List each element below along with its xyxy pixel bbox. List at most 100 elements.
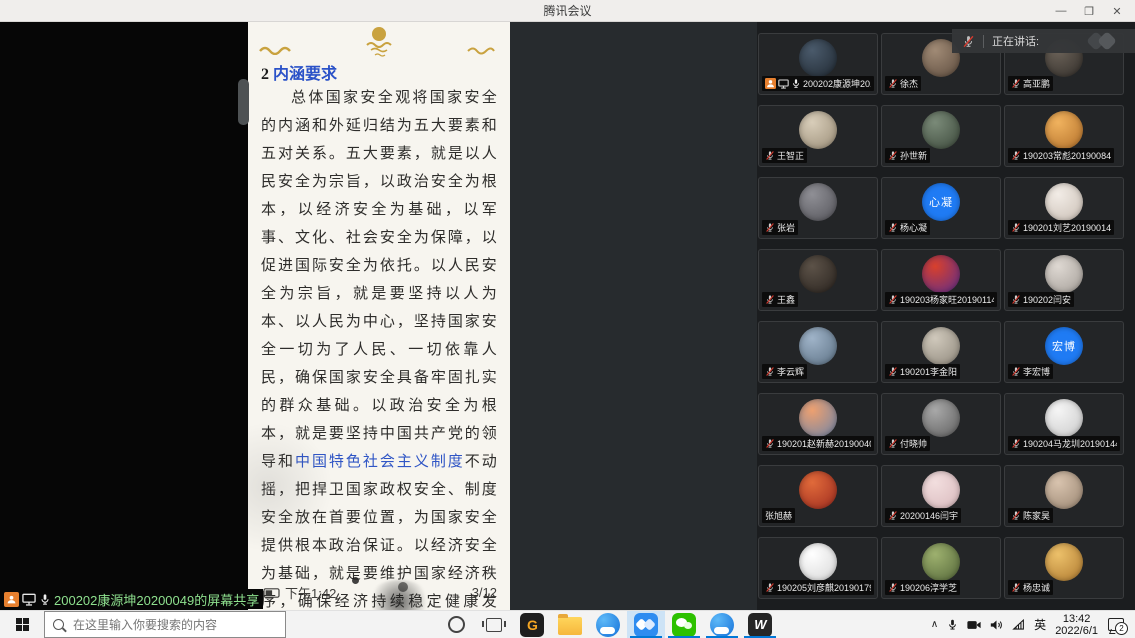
taskbar-search[interactable] — [44, 611, 286, 638]
participant-tile[interactable]: 心凝 杨心凝 — [881, 177, 1001, 239]
mic-muted-icon — [1011, 150, 1021, 161]
avatar — [1045, 543, 1083, 581]
taskbar-app-tencent-meeting[interactable] — [627, 611, 665, 638]
tray-network-icon[interactable] — [1012, 619, 1025, 631]
avatar — [799, 255, 837, 293]
participant-tile[interactable]: 李云辉 — [758, 321, 878, 383]
taskbar-app-qq[interactable] — [589, 611, 627, 638]
participant-name: 190203杨家旺20190114 — [900, 293, 994, 306]
tray-mic-icon[interactable] — [947, 618, 958, 631]
participant-tile[interactable]: 200202康源坤20... — [758, 33, 878, 95]
avatar — [799, 327, 837, 365]
mic-muted-icon — [962, 35, 975, 48]
taskbar-app-g[interactable]: G — [513, 611, 551, 638]
tray-expand-button[interactable]: ∧ — [931, 619, 938, 630]
cortana-icon — [448, 616, 465, 633]
taskbar-app-wechat[interactable] — [665, 611, 703, 638]
participant-name: 陈家昊 — [1023, 509, 1050, 522]
taskbar-app-qq2[interactable] — [703, 611, 741, 638]
mic-muted-icon — [765, 150, 775, 161]
tray-camera-icon[interactable] — [967, 620, 981, 630]
windows-taskbar: G W ∧ 英 13:42 2022/6/1 — [0, 610, 1135, 638]
participant-name: 20200146闫宇 — [900, 509, 958, 522]
minimize-button[interactable]: — — [1047, 0, 1075, 22]
window-title: 腾讯会议 — [543, 2, 591, 19]
taskbar-app-file-explorer[interactable] — [551, 611, 589, 638]
participant-tile[interactable]: 张旭赫 — [758, 465, 878, 527]
participant-tile[interactable]: 王鑫 — [758, 249, 878, 311]
doc-page-indicator: 3/12 — [472, 585, 497, 600]
mic-muted-icon — [888, 150, 898, 161]
drawer-handle — [238, 79, 249, 125]
participant-label: 190205刘彦麒20190179 — [762, 580, 874, 595]
participant-tile[interactable]: 190205刘彦麒20190179 — [758, 537, 878, 599]
mic-muted-icon — [1011, 510, 1021, 521]
action-center-button[interactable]: 2 — [1107, 617, 1125, 633]
participant-label: 王智正 — [762, 148, 807, 163]
avatar: 宏博 — [1045, 327, 1083, 365]
system-tray: ∧ 英 13:42 2022/6/1 2 — [931, 611, 1135, 638]
participant-tile[interactable]: 张岩 — [758, 177, 878, 239]
participant-name: 高亚鹏 — [1023, 77, 1050, 90]
participant-label: 陈家昊 — [1008, 508, 1053, 523]
participant-name: 杨心凝 — [900, 221, 927, 234]
tencent-meeting-window: 腾讯会议 — ❐ ✕ 2内涵要求 总体国家安全观将国家安 — [0, 0, 1135, 638]
wechat-icon — [672, 613, 696, 637]
participant-tile[interactable]: 190201李金阳 — [881, 321, 1001, 383]
participant-tile[interactable]: 190201刘艺20190014 — [1004, 177, 1124, 239]
participant-name: 190205刘彦麒20190179 — [777, 581, 871, 594]
stage-right-letterbox — [510, 22, 757, 610]
avatar-text: 宏博 — [1052, 338, 1076, 354]
doc-heading: 2内涵要求 — [261, 60, 337, 84]
avatar — [799, 543, 837, 581]
participant-tile[interactable]: 杨忠诚 — [1004, 537, 1124, 599]
participant-tile[interactable]: 190204马龙圳20190144 — [1004, 393, 1124, 455]
participant-name: 200202康源坤20... — [803, 77, 871, 90]
task-view-button[interactable] — [475, 611, 513, 638]
participant-label: 190202闫安 — [1008, 292, 1074, 307]
participant-name: 李宏博 — [1023, 365, 1050, 378]
participant-tile[interactable]: 190202闫安 — [1004, 249, 1124, 311]
mic-on-icon — [39, 593, 51, 606]
participant-tile[interactable]: 王智正 — [758, 105, 878, 167]
participant-name: 张岩 — [777, 221, 795, 234]
avatar — [799, 399, 837, 437]
avatar — [922, 399, 960, 437]
taskbar-space — [286, 611, 437, 638]
avatar — [1045, 255, 1083, 293]
avatar — [922, 471, 960, 509]
participant-name: 190201李金阳 — [900, 365, 957, 378]
participant-tile[interactable]: 190201赵新赫20190040 — [758, 393, 878, 455]
participant-tile[interactable]: 孙世新 — [881, 105, 1001, 167]
participant-tile[interactable]: 190206淳学芝 — [881, 537, 1001, 599]
tray-time: 13:42 — [1055, 613, 1098, 625]
participant-tile[interactable]: 宏博 李宏博 — [1004, 321, 1124, 383]
search-input[interactable] — [71, 617, 277, 633]
participant-label: 190206淳学芝 — [885, 580, 960, 595]
tray-clock[interactable]: 13:42 2022/6/1 — [1055, 613, 1098, 637]
participant-name: 190206淳学芝 — [900, 581, 957, 594]
tray-speaker-icon[interactable] — [990, 619, 1003, 631]
taskbar-app-wps[interactable]: W — [741, 611, 779, 638]
participant-label: 李云辉 — [762, 364, 807, 379]
avatar — [799, 183, 837, 221]
cortana-button[interactable] — [437, 611, 475, 638]
screen-share-icon — [778, 79, 789, 89]
participant-name: 王智正 — [777, 149, 804, 162]
participant-name: 190201刘艺20190014 — [1023, 221, 1111, 234]
restore-button[interactable]: ❐ — [1075, 0, 1103, 22]
start-button[interactable] — [0, 611, 44, 638]
mic-muted-icon — [1011, 438, 1021, 449]
participant-name: 付晓帅 — [900, 437, 927, 450]
shared-screen-document: 2内涵要求 总体国家安全观将国家安全的内涵和外延归结为五大要素和五对关系。五大要… — [248, 22, 510, 610]
participant-tile[interactable]: 陈家昊 — [1004, 465, 1124, 527]
tray-input-language[interactable]: 英 — [1034, 616, 1046, 633]
participant-name: 张旭赫 — [765, 509, 792, 522]
participant-tile[interactable]: 20200146闫宇 — [881, 465, 1001, 527]
participant-tile[interactable]: 190203常彪20190084 — [1004, 105, 1124, 167]
participant-name: 王鑫 — [777, 293, 795, 306]
participant-tile[interactable]: 付晓帅 — [881, 393, 1001, 455]
doc-heading-number: 2 — [261, 66, 269, 83]
participant-tile[interactable]: 190203杨家旺20190114 — [881, 249, 1001, 311]
close-button[interactable]: ✕ — [1103, 0, 1131, 22]
